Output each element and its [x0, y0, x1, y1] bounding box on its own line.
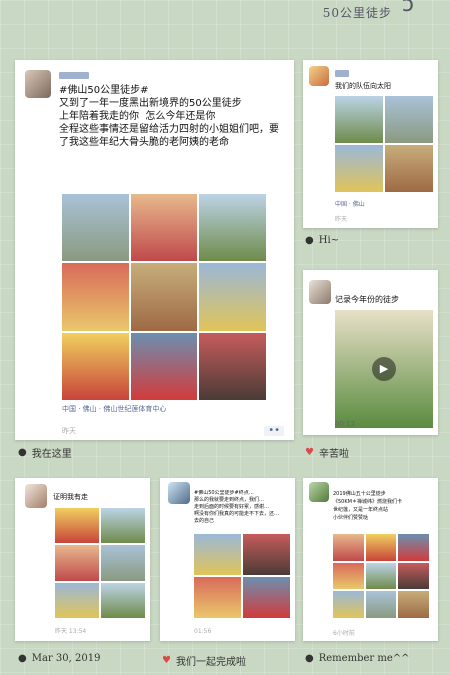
- photo[interactable]: [333, 534, 364, 561]
- caption-3: ♥ 辛苦啦: [305, 445, 349, 460]
- photo[interactable]: [62, 263, 129, 331]
- photo[interactable]: [55, 545, 99, 581]
- caption-5: ♥ 我们一起完成啦: [162, 653, 246, 668]
- photo-grid[interactable]: [335, 96, 433, 192]
- avatar[interactable]: [168, 482, 190, 504]
- photo[interactable]: [130, 332, 198, 400]
- photo[interactable]: [335, 145, 383, 192]
- video-duration: 00:12: [335, 420, 356, 428]
- photo[interactable]: [55, 582, 99, 618]
- photo[interactable]: [385, 96, 433, 143]
- photo[interactable]: [335, 96, 383, 143]
- speech-bubble-icon: ●: [18, 447, 27, 458]
- post-time: 昨天: [335, 216, 348, 223]
- avatar[interactable]: [25, 70, 51, 98]
- photo[interactable]: [130, 263, 198, 331]
- moment-card-6[interactable]: 2019佛山五十公里徒步 《50KM＊禅城纬》燃烧我们卡 世纪莲，又是一年终点站…: [303, 478, 438, 641]
- moment-card-4[interactable]: 证明我有走 昨天 13:54: [15, 478, 150, 641]
- caption-text: Mar 30, 2019: [31, 653, 101, 664]
- photo[interactable]: [55, 508, 99, 544]
- post-text: #佛山50公里徒步#终点… 那么的我就要走到终点，我们… 走到后面的时候要有好累…: [194, 490, 280, 524]
- photo[interactable]: [398, 562, 429, 590]
- post-time: 6小时前: [333, 630, 355, 637]
- photo[interactable]: [385, 145, 433, 192]
- heart-icon: ♥: [162, 655, 171, 666]
- caption-text: 我们一起完成啦: [175, 657, 246, 668]
- speech-bubble-icon: ●: [305, 235, 314, 246]
- post-time: 01:56: [194, 628, 212, 635]
- author-name[interactable]: [59, 72, 89, 79]
- caption-text: Hi~: [318, 235, 340, 246]
- ribbon-icon: ↄ: [401, 0, 414, 17]
- photo[interactable]: [365, 534, 397, 561]
- avatar[interactable]: [309, 66, 329, 86]
- photo[interactable]: [101, 582, 145, 618]
- moment-card-3[interactable]: 记录今年份的徒步 ▶ 00:12: [303, 270, 438, 435]
- location-link[interactable]: 中国 · 佛山: [335, 199, 365, 208]
- author-name[interactable]: [335, 70, 349, 77]
- photo[interactable]: [365, 591, 397, 618]
- moment-card-1[interactable]: #佛山50公里徒步# 又到了一年一度黑出新境界的50公里徒步 上年陪着我走的你 …: [15, 60, 294, 440]
- page-title: 50公里徒步: [322, 6, 392, 20]
- post-text: 2019佛山五十公里徒步 《50KM＊禅城纬》燃烧我们卡 世纪莲，又是一年终点站…: [333, 491, 402, 521]
- avatar[interactable]: [25, 484, 47, 508]
- caption-2: ● Hi~: [305, 235, 339, 246]
- post-text: 记录今年份的徒步: [335, 295, 399, 304]
- photo[interactable]: [194, 577, 241, 618]
- speech-bubble-icon: ●: [305, 653, 314, 664]
- caption-text: Remember me^^: [318, 653, 410, 664]
- photo[interactable]: [199, 332, 266, 400]
- photo[interactable]: [62, 194, 129, 262]
- photo[interactable]: [398, 591, 429, 618]
- photo[interactable]: [130, 194, 198, 262]
- location-link[interactable]: 中国 · 佛山 · 佛山世纪莲体育中心: [62, 404, 166, 414]
- photo-grid[interactable]: [62, 194, 266, 400]
- photo-grid[interactable]: [55, 508, 145, 618]
- photo[interactable]: [101, 508, 145, 544]
- heart-icon: ♥: [305, 447, 314, 458]
- photo[interactable]: [243, 577, 290, 618]
- avatar[interactable]: [309, 482, 329, 502]
- post-time: 昨天 13:54: [55, 628, 87, 635]
- photo[interactable]: [333, 562, 364, 590]
- video-thumbnail[interactable]: ▶: [335, 310, 433, 428]
- post-text: 证明我有走: [53, 493, 88, 501]
- play-icon[interactable]: ▶: [372, 357, 396, 381]
- post-time: 昨天: [62, 427, 76, 435]
- photo[interactable]: [333, 591, 364, 618]
- photo[interactable]: [243, 534, 290, 575]
- caption-6: ● Remember me^^: [305, 653, 410, 664]
- avatar[interactable]: [309, 280, 331, 304]
- photo-grid[interactable]: [194, 534, 290, 618]
- moment-card-5[interactable]: #佛山50公里徒步#终点… 那么的我就要走到终点，我们… 走到后面的时候要有好累…: [160, 478, 295, 641]
- photo[interactable]: [199, 194, 266, 262]
- post-text: 我们的队伍向太阳: [335, 82, 391, 90]
- photo[interactable]: [101, 545, 145, 581]
- speech-bubble-icon: ●: [18, 653, 27, 664]
- caption-1: ● 我在这里: [18, 445, 72, 460]
- caption-text: 辛苦啦: [318, 449, 349, 460]
- post-text: #佛山50公里徒步# 又到了一年一度黑出新境界的50公里徒步 上年陪着我走的你 …: [59, 85, 279, 148]
- photo[interactable]: [398, 534, 429, 561]
- photo[interactable]: [199, 263, 266, 331]
- photo-grid[interactable]: [333, 534, 429, 618]
- photo[interactable]: [365, 562, 397, 590]
- photo[interactable]: [194, 534, 241, 575]
- caption-4: ● Mar 30, 2019: [18, 653, 100, 664]
- photo[interactable]: [62, 332, 129, 400]
- caption-text: 我在这里: [31, 449, 72, 460]
- moment-card-2[interactable]: 我们的队伍向太阳 中国 · 佛山 昨天: [303, 60, 438, 228]
- more-button[interactable]: ••: [264, 426, 284, 436]
